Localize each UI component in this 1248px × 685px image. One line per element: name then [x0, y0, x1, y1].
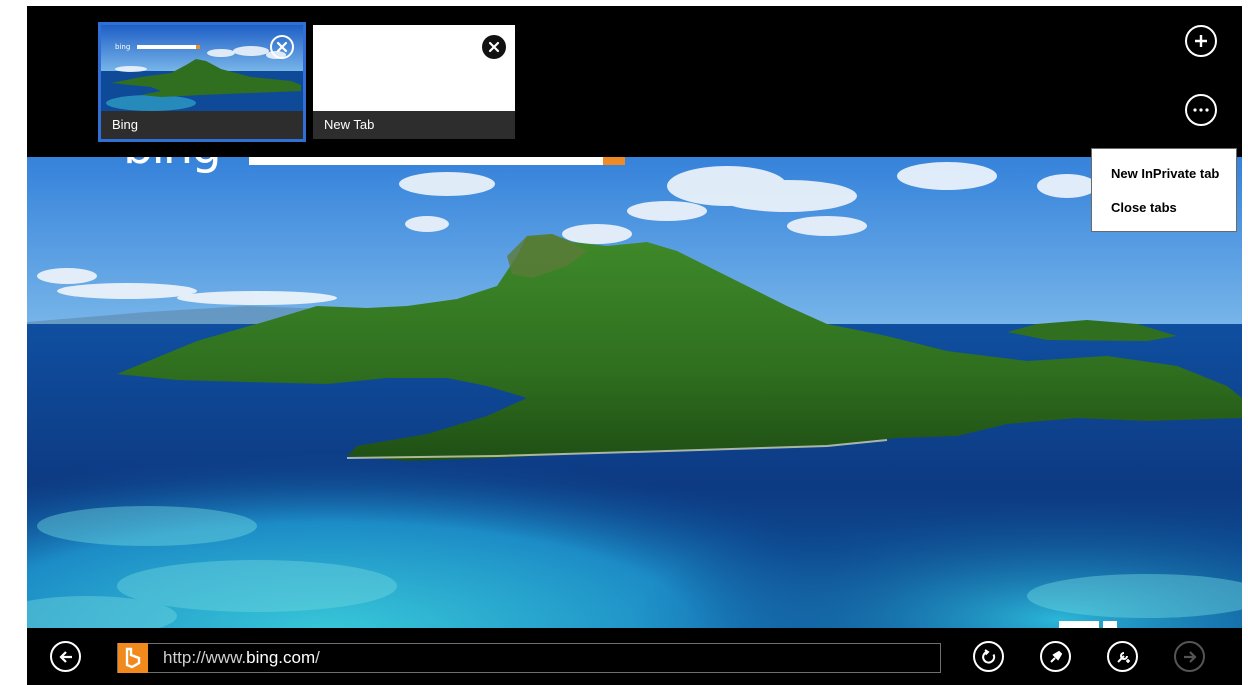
tab-tools-menu: New InPrivate tab Close tabs: [1091, 148, 1237, 232]
url-text[interactable]: http://www.bing.com/: [163, 644, 320, 672]
close-tab-icon[interactable]: [270, 35, 294, 59]
tab-bar: bing Bing New Tab: [27, 6, 1242, 157]
plus-icon: [1195, 35, 1207, 47]
forward-arrow-icon: [1183, 650, 1197, 663]
browser-window: bing Bing New Tab New InPrivate tab Clos…: [27, 6, 1242, 685]
back-arrow-icon: [58, 650, 72, 663]
bing-favicon-icon: [118, 643, 148, 673]
navigation-bar: http://www.bing.com/: [27, 628, 1242, 685]
page-tools-button[interactable]: [1107, 641, 1138, 672]
menu-item-new-inprivate-tab[interactable]: New InPrivate tab: [1092, 157, 1236, 191]
refresh-icon: [981, 648, 995, 664]
pin-button[interactable]: [1040, 641, 1071, 672]
address-bar[interactable]: http://www.bing.com/: [117, 643, 941, 673]
pin-icon: [1049, 650, 1062, 663]
close-tab-icon[interactable]: [482, 35, 506, 59]
page-tools-icon: [1116, 651, 1130, 663]
ellipsis-icon: [1193, 108, 1209, 112]
tab-bing[interactable]: bing Bing: [98, 22, 306, 142]
tab-new-tab[interactable]: New Tab: [313, 25, 515, 139]
bing-search-button[interactable]: [603, 157, 625, 165]
tab-tools-button[interactable]: [1185, 94, 1217, 126]
back-button[interactable]: [50, 641, 81, 672]
tab-title: New Tab: [313, 111, 515, 139]
svg-text:bing: bing: [115, 43, 130, 51]
tab-title: Bing: [101, 111, 303, 139]
forward-button[interactable]: [1174, 641, 1205, 672]
new-tab-button[interactable]: [1185, 25, 1217, 57]
bing-search-box[interactable]: [249, 157, 625, 165]
menu-item-close-tabs[interactable]: Close tabs: [1092, 191, 1236, 225]
refresh-button[interactable]: [973, 641, 1004, 672]
